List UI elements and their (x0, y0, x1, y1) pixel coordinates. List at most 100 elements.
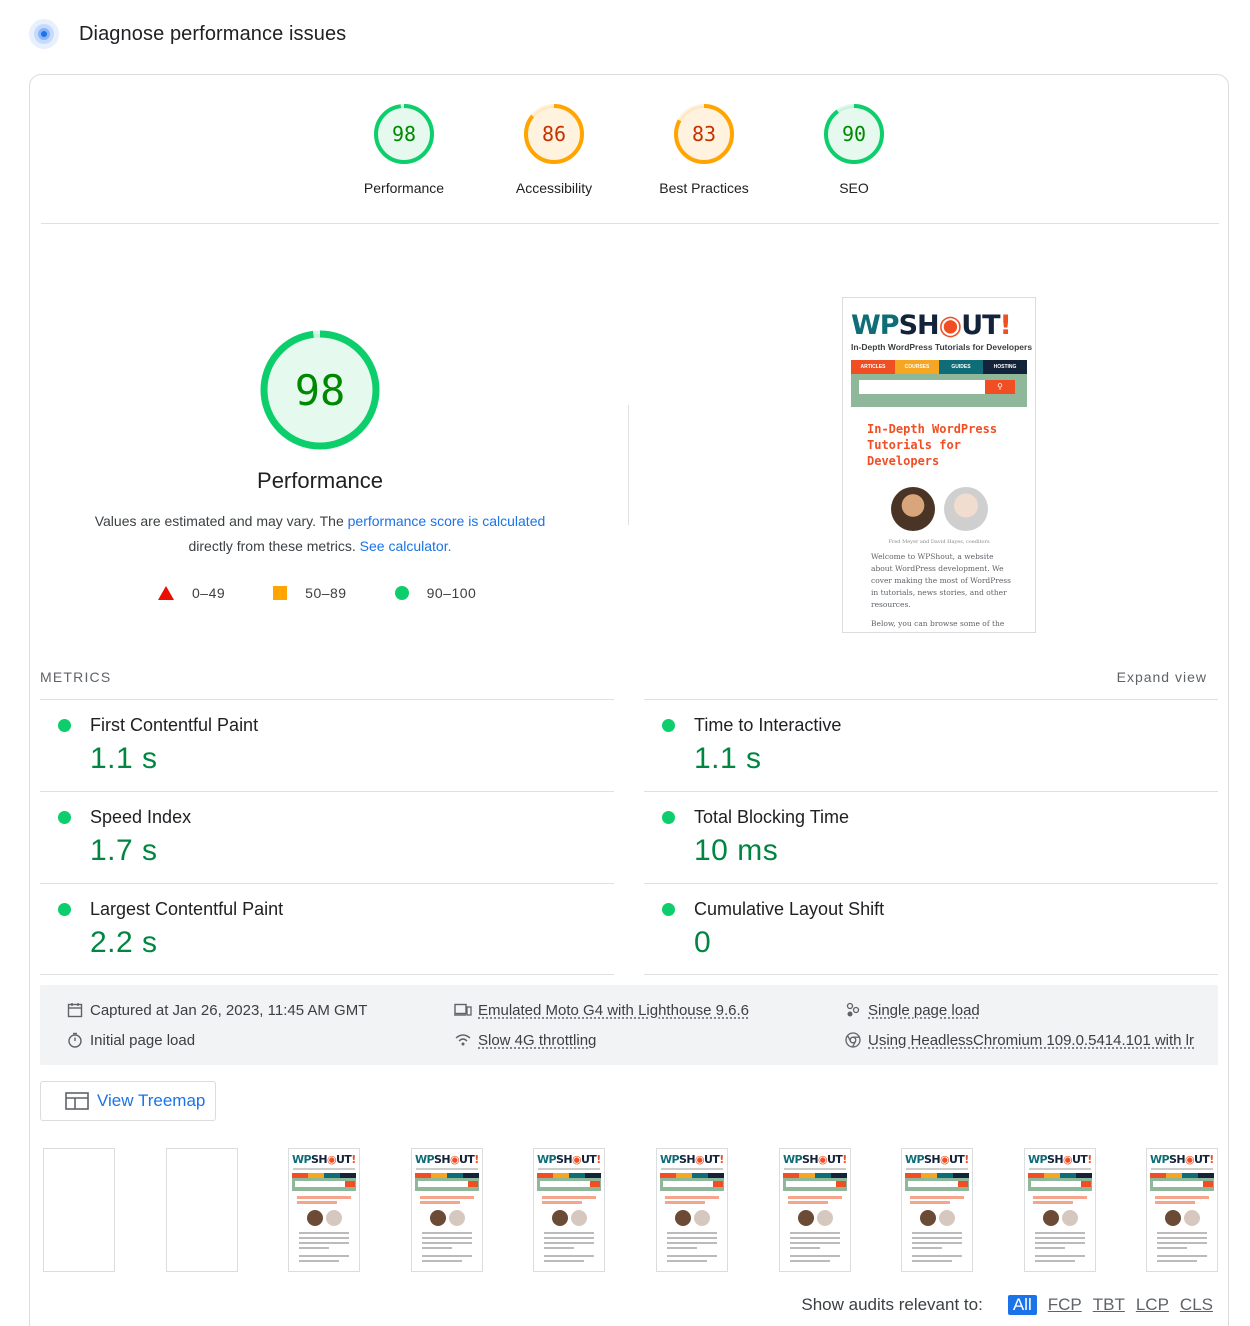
single-load-info[interactable]: Single page load (844, 1000, 980, 1020)
metric-name: Cumulative Layout Shift (694, 899, 885, 919)
metric-value: 1.1 s (90, 742, 158, 775)
filmstrip-frame: WPSH◉UT! (901, 1148, 973, 1272)
devices-icon (454, 1001, 472, 1019)
pass-dot-icon (58, 903, 71, 916)
screenshot-header-band: ARTICLES COURSES GUIDES HOSTING ⚲ (851, 360, 1027, 407)
svg-text:83: 83 (692, 122, 716, 146)
legend-pass: 90–100 (426, 585, 477, 601)
filmstrip-frame: WPSH◉UT! (1146, 1148, 1218, 1272)
metric-name: Largest Contentful Paint (90, 899, 284, 919)
metrics-heading: METRICS (40, 669, 112, 685)
emulated-device-info[interactable]: Emulated Moto G4 with Lighthouse 9.6.6 (454, 1000, 749, 1020)
pass-circle-icon (394, 586, 409, 600)
avatar (890, 487, 935, 531)
chromium-icon (844, 1031, 862, 1049)
report-card: 98 Performance 86 Accessibility 83 Best … (29, 74, 1229, 1326)
throttling-text[interactable]: Slow 4G throttling (478, 1032, 596, 1049)
score-legend: 0–49 50–89 90–100 (158, 581, 524, 605)
audit-filter: Show audits relevant to: All FCP TBT LCP… (801, 1295, 1213, 1315)
treemap-icon (65, 1092, 89, 1110)
gauge-performance[interactable]: 98 Performance (329, 103, 479, 196)
pass-dot-icon (662, 719, 675, 732)
svg-text:86: 86 (542, 122, 566, 146)
metric-tbt: Total Blocking Time 10 ms (644, 791, 1218, 883)
calculator-link[interactable]: See calculator. (360, 538, 452, 554)
metric-name: First Contentful Paint (90, 715, 259, 735)
average-square-icon (273, 586, 288, 600)
gauge-ring: 86 (524, 104, 584, 164)
screenshot-avatars (843, 487, 1035, 531)
stopwatch-icon (66, 1031, 84, 1049)
metric-name: Total Blocking Time (694, 807, 850, 827)
avatar (943, 487, 988, 531)
section-header: Diagnose performance issues (28, 18, 346, 50)
gauge-best-practices[interactable]: 83 Best Practices (629, 103, 779, 196)
gauge-accessibility[interactable]: 86 Accessibility (479, 103, 629, 196)
frame-header (1028, 1173, 1092, 1191)
browser-info[interactable]: Using HeadlessChromium 109.0.5414.101 wi… (844, 1030, 1194, 1050)
pass-dot-icon (58, 811, 71, 824)
audit-filter-label: Show audits relevant to: (801, 1295, 983, 1314)
filter-lcp[interactable]: LCP (1136, 1295, 1169, 1315)
initial-load-info: Initial page load (66, 1030, 195, 1050)
metric-name: Time to Interactive (694, 715, 842, 735)
screenshot-body: Welcome to WPShout, a website about Word… (871, 552, 1011, 609)
filmstrip-frame: WPSH◉UT! (1024, 1148, 1096, 1272)
filmstrip-frame: WPSH◉UT! (533, 1148, 605, 1272)
expand-view-toggle[interactable]: Expand view (1117, 669, 1207, 685)
frame-header (660, 1173, 724, 1191)
screenshot-nav-item: COURSES (895, 360, 939, 374)
divider (40, 974, 614, 975)
view-treemap-button[interactable]: View Treemap (40, 1081, 216, 1121)
metric-lcp: Largest Contentful Paint 2.2 s (40, 883, 614, 975)
metric-value: 10 ms (694, 834, 779, 867)
filter-all[interactable]: All (1007, 1295, 1037, 1315)
explanation-text: directly from these metrics. (188, 538, 360, 554)
metric-value: 1.1 s (694, 742, 762, 775)
frame-header (537, 1173, 601, 1191)
initial-load-text: Initial page load (90, 1031, 196, 1049)
metric-cls: Cumulative Layout Shift 0 (644, 883, 1218, 975)
throttling-info[interactable]: Slow 4G throttling (454, 1030, 596, 1050)
frame-header (1150, 1173, 1214, 1191)
final-screenshot: WPSH◉UT! In-Depth WordPress Tutorials fo… (842, 297, 1036, 633)
emulated-device-text[interactable]: Emulated Moto G4 with Lighthouse 9.6.6 (478, 1002, 749, 1019)
section-title: Diagnose performance issues (79, 22, 347, 45)
screenshot-tagline: In-Depth WordPress Tutorials for Develop… (851, 342, 1033, 352)
single-load-text[interactable]: Single page load (868, 1002, 980, 1019)
screenshot-headline: In-Depth WordPress Tutorials for Develop… (867, 422, 998, 468)
explanation-text: Values are estimated and may vary. The (94, 513, 348, 529)
screenshot-nav-item: GUIDES (939, 360, 983, 374)
metric-tti: Time to Interactive 1.1 s (644, 699, 1218, 791)
screenshot-nav: ARTICLES COURSES GUIDES HOSTING (851, 360, 1027, 374)
single-page-icon (844, 1001, 862, 1019)
divider (41, 223, 1219, 224)
filmstrip-frame: WPSH◉UT! (288, 1148, 360, 1272)
frame-header (292, 1173, 356, 1191)
metric-si: Speed Index 1.7 s (40, 791, 614, 883)
frame-header (905, 1173, 969, 1191)
view-treemap-label: View Treemap (97, 1091, 206, 1110)
gauge-label: Performance (363, 180, 445, 196)
wpshout-logo: WPSH◉UT! (537, 1153, 601, 1166)
browser-text[interactable]: Using HeadlessChromium 109.0.5414.101 wi… (868, 1032, 1194, 1049)
frame-tagline (1151, 1168, 1213, 1170)
wpshout-logo: WPSH◉UT! (292, 1153, 356, 1166)
filmstrip-frame (166, 1148, 238, 1272)
wpshout-logo: WPSH◉UT! (783, 1153, 847, 1166)
score-calculated-link[interactable]: performance score is calculated (348, 513, 546, 529)
wpshout-logo: WPSH◉UT! (851, 310, 1012, 341)
filmstrip-frame: WPSH◉UT! (411, 1148, 483, 1272)
filmstrip-frame: WPSH◉UT! (656, 1148, 728, 1272)
filter-tbt[interactable]: TBT (1093, 1295, 1125, 1315)
filter-fcp[interactable]: FCP (1048, 1295, 1082, 1315)
gauge-seo[interactable]: 90 SEO (779, 103, 929, 196)
network-icon (454, 1031, 472, 1049)
performance-score: 98 (295, 366, 346, 415)
filter-cls[interactable]: CLS (1180, 1295, 1213, 1315)
frame-tagline (293, 1168, 355, 1170)
metric-name: Speed Index (90, 807, 192, 827)
gauge-ring: 83 (674, 104, 734, 164)
metric-fcp: First Contentful Paint 1.1 s (40, 699, 614, 791)
wpshout-logo: WPSH◉UT! (905, 1153, 969, 1166)
